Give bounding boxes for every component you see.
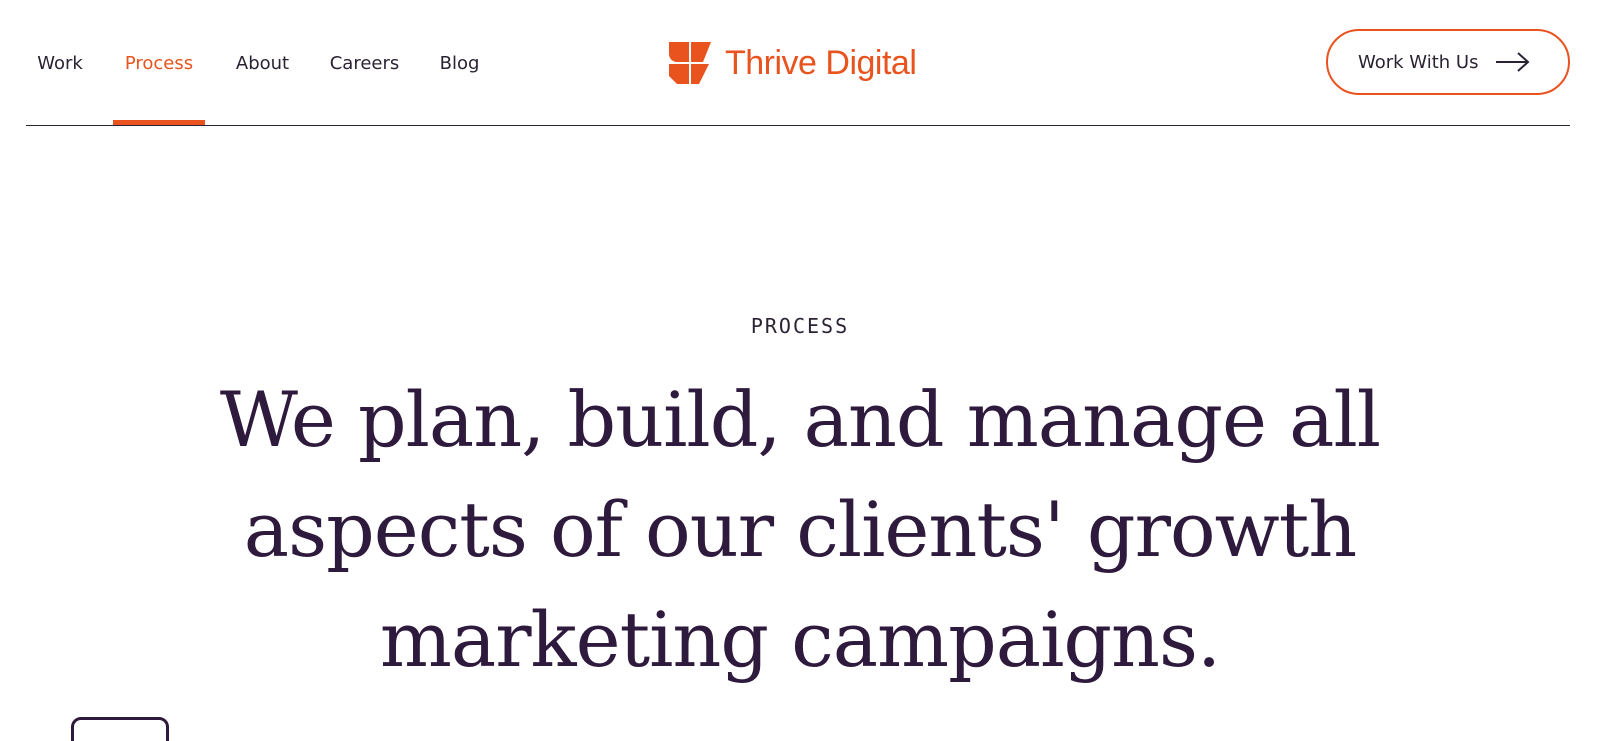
nav-item-blog[interactable]: Blog	[439, 0, 480, 126]
section-eyebrow: PROCESS	[750, 314, 850, 338]
nav-item-careers[interactable]: Careers	[329, 0, 400, 126]
nav-item-process[interactable]: Process	[113, 0, 205, 126]
arrow-right-icon	[1496, 52, 1530, 72]
nav-item-label: Blog	[439, 52, 480, 74]
nav-item-about[interactable]: About	[235, 0, 290, 126]
brand-name: Thrive Digital	[725, 43, 917, 82]
brand-logo[interactable]: Thrive Digital	[669, 42, 917, 84]
active-nav-indicator	[113, 120, 205, 125]
nav-item-label: Work	[37, 52, 83, 74]
nav-item-label: Careers	[329, 52, 400, 74]
site-header: Work Process About Careers Blog Thrive D…	[26, 0, 1570, 126]
thrive-logo-mark-icon	[669, 42, 711, 84]
nav-item-label: About	[235, 52, 290, 74]
partial-card-outline	[71, 717, 169, 741]
hero-headline: We plan, build, and manage all aspects o…	[219, 375, 1381, 684]
nav-item-work[interactable]: Work	[36, 0, 84, 126]
work-with-us-button[interactable]: Work With Us	[1326, 29, 1570, 95]
nav-item-label: Process	[124, 52, 194, 74]
cta-label: Work With Us	[1358, 51, 1479, 73]
